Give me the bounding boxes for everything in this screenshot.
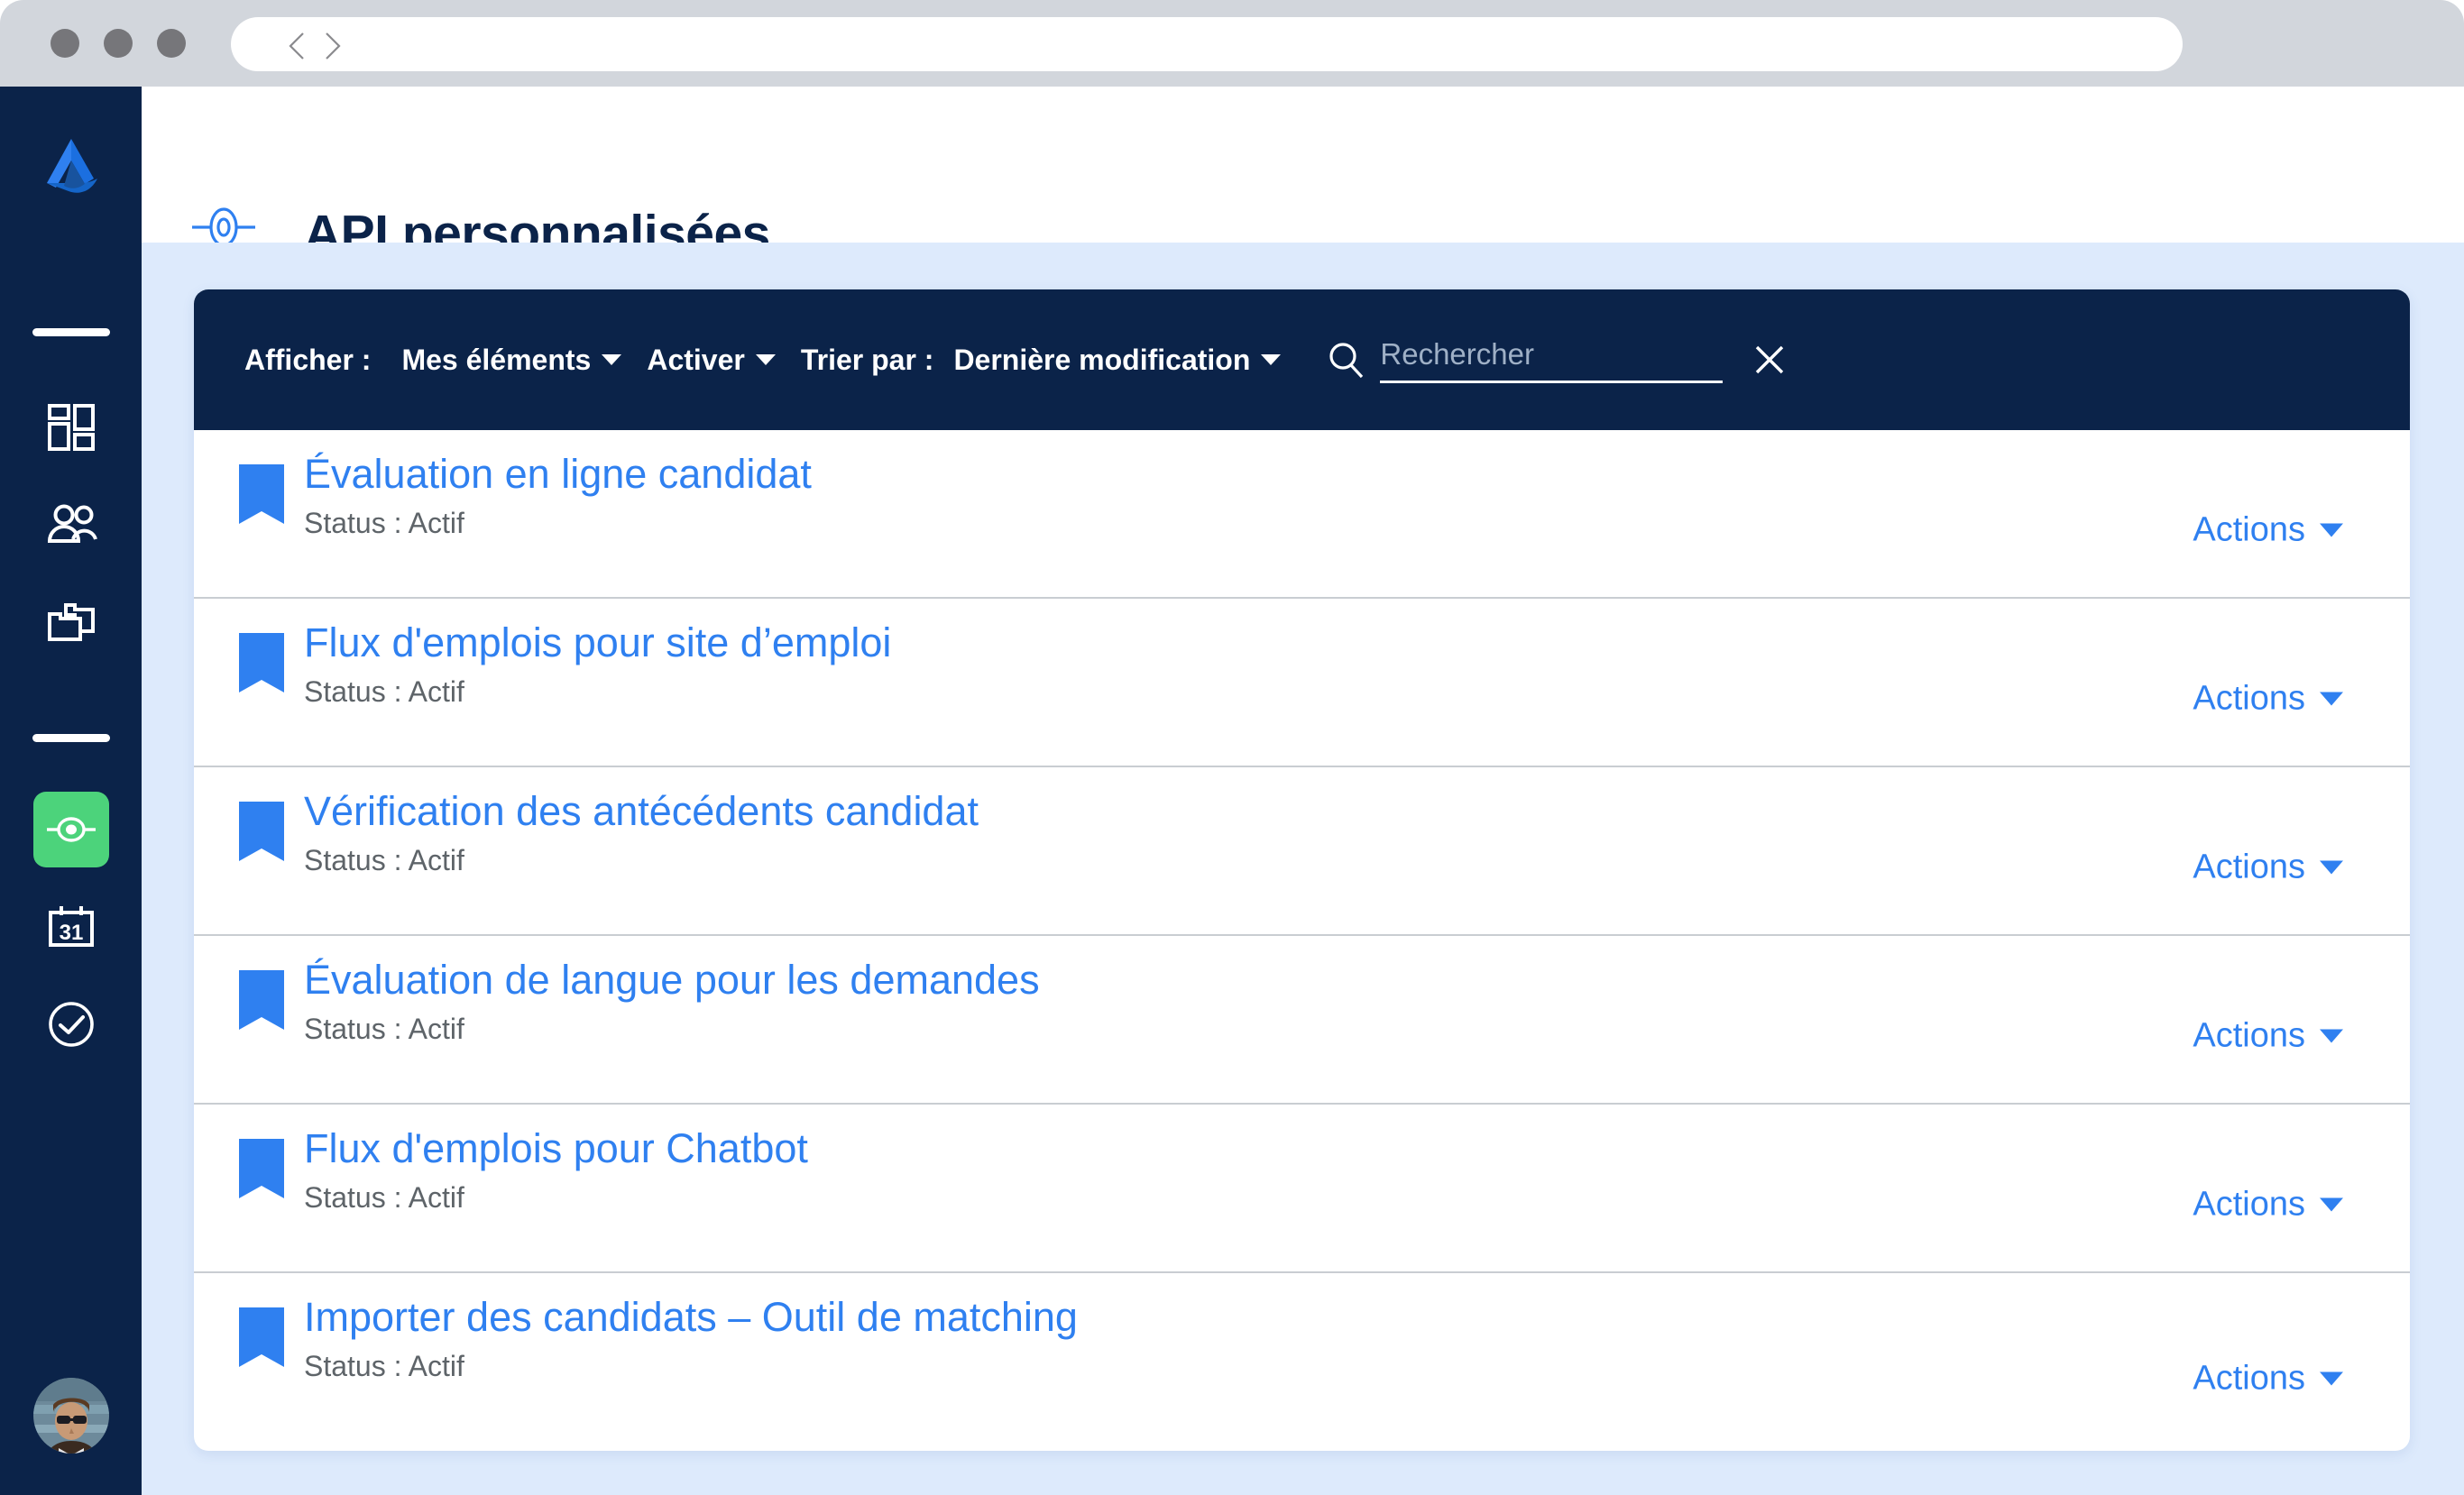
sidebar: 31: [0, 87, 142, 1495]
actions-dropdown[interactable]: Actions: [2193, 679, 2343, 718]
actions-dropdown[interactable]: Actions: [2193, 848, 2343, 886]
table-row[interactable]: Évaluation de langue pour les demandes S…: [194, 936, 2410, 1105]
bookmark-icon: [239, 1307, 284, 1367]
content-area: Afficher : Mes éléments Activer Trier pa…: [142, 243, 2464, 1495]
row-text: Vérification des antécédents candidat St…: [304, 787, 979, 877]
actions-label: Actions: [2193, 510, 2305, 548]
sidebar-item-calendar[interactable]: 31: [33, 889, 109, 965]
api-name-link[interactable]: Flux d'emplois pour Chatbot: [304, 1124, 808, 1172]
chevron-down-icon: [2320, 1029, 2343, 1042]
sidebar-item-api[interactable]: [33, 792, 109, 867]
row-text: Flux d'emplois pour site d’emploi Status…: [304, 619, 891, 709]
chevron-right-icon[interactable]: [321, 31, 345, 61]
table-row[interactable]: Importer des candidats – Outil de matchi…: [194, 1273, 2410, 1451]
check-circle-icon: [47, 1000, 96, 1049]
status-text: Status : Actif: [304, 1013, 464, 1046]
table-row[interactable]: Évaluation en ligne candidat Status : Ac…: [194, 430, 2410, 599]
chevron-down-icon: [2320, 1371, 2343, 1385]
api-name-link[interactable]: Flux d'emplois pour site d’emploi: [304, 619, 891, 666]
page-header: API personnalisées: [142, 87, 2464, 262]
actions-label: Actions: [2193, 1016, 2305, 1054]
status-text: Status : Actif: [304, 1181, 464, 1215]
svg-text:31: 31: [60, 921, 84, 945]
actions-dropdown[interactable]: Actions: [2193, 1185, 2343, 1224]
status-text: Status : Actif: [304, 844, 464, 877]
sidebar-divider-top: [32, 328, 110, 336]
actions-label: Actions: [2193, 1185, 2305, 1223]
actions-dropdown[interactable]: Actions: [2193, 510, 2343, 549]
row-text: Évaluation de langue pour les demandes S…: [304, 956, 1040, 1046]
chevron-down-icon: [2320, 1197, 2343, 1211]
api-name-link[interactable]: Vérification des antécédents candidat: [304, 787, 979, 835]
browser-nav-arrows: [285, 31, 345, 61]
status-text: Status : Actif: [304, 675, 464, 709]
folders-icon: [46, 601, 97, 644]
search-field: [1380, 336, 1724, 383]
close-window-button[interactable]: [51, 29, 79, 58]
api-name-link[interactable]: Importer des candidats – Outil de matchi…: [304, 1293, 1078, 1341]
sidebar-item-tasks[interactable]: [33, 986, 109, 1062]
chevron-down-icon: [602, 354, 622, 365]
table-row[interactable]: Flux d'emplois pour site d’emploi Status…: [194, 599, 2410, 767]
minimize-window-button[interactable]: [104, 29, 133, 58]
chevron-down-icon: [1261, 354, 1282, 365]
chevron-left-icon[interactable]: [285, 31, 308, 61]
bookmark-icon: [239, 1139, 284, 1198]
actions-label: Actions: [2193, 848, 2305, 885]
bookmark-icon: [239, 802, 284, 861]
chevron-down-icon: [755, 354, 776, 365]
activate-filter-dropdown[interactable]: Activer: [647, 344, 776, 377]
close-icon[interactable]: [1750, 340, 1789, 380]
search-input[interactable]: [1380, 336, 1724, 383]
row-text: Importer des candidats – Outil de matchi…: [304, 1293, 1078, 1383]
bookmark-icon: [239, 970, 284, 1030]
calendar-31-icon: 31: [47, 904, 96, 949]
table-row[interactable]: Flux d'emplois pour Chatbot Status : Act…: [194, 1105, 2410, 1273]
chevron-down-icon: [2320, 860, 2343, 874]
sort-label: Trier par :: [800, 343, 934, 376]
sort-value: Dernière modification: [953, 343, 1251, 376]
row-text: Évaluation en ligne candidat Status : Ac…: [304, 450, 812, 540]
user-avatar[interactable]: [33, 1378, 109, 1454]
status-text: Status : Actif: [304, 507, 464, 540]
api-name-link[interactable]: Évaluation en ligne candidat: [304, 450, 812, 498]
people-icon: [45, 503, 97, 546]
display-filter-dropdown[interactable]: Mes éléments: [401, 343, 622, 377]
actions-dropdown[interactable]: Actions: [2193, 1359, 2343, 1398]
api-list-card: Afficher : Mes éléments Activer Trier pa…: [194, 289, 2410, 1451]
grid-dashboard-icon: [47, 403, 96, 452]
actions-label: Actions: [2193, 1359, 2305, 1397]
list-toolbar: Afficher : Mes éléments Activer Trier pa…: [194, 289, 2410, 430]
search-area: [1326, 336, 1789, 383]
activate-filter-value: Activer: [647, 343, 745, 376]
maximize-window-button[interactable]: [157, 29, 186, 58]
chevron-down-icon: [2320, 692, 2343, 705]
bookmark-icon: [239, 633, 284, 692]
url-bar[interactable]: [231, 17, 2183, 71]
window-traffic-lights: [51, 29, 186, 58]
sidebar-divider-middle: [32, 734, 110, 742]
api-name-link[interactable]: Évaluation de langue pour les demandes: [304, 956, 1040, 1004]
search-icon[interactable]: [1326, 340, 1365, 380]
sidebar-item-folders[interactable]: [33, 584, 109, 660]
app-logo[interactable]: [34, 133, 108, 207]
bookmark-icon: [239, 464, 284, 524]
table-row[interactable]: Vérification des antécédents candidat St…: [194, 767, 2410, 936]
sidebar-item-dashboard[interactable]: [33, 390, 109, 465]
browser-chrome: [0, 0, 2464, 87]
sidebar-item-people[interactable]: [33, 487, 109, 563]
display-filter-label: Afficher :: [244, 343, 372, 376]
actions-dropdown[interactable]: Actions: [2193, 1016, 2343, 1055]
status-text: Status : Actif: [304, 1350, 464, 1383]
actions-label: Actions: [2193, 679, 2305, 717]
display-filter-value: Mes éléments: [401, 343, 592, 376]
row-text: Flux d'emplois pour Chatbot Status : Act…: [304, 1124, 808, 1215]
chevron-down-icon: [2320, 523, 2343, 537]
api-node-icon: [45, 812, 97, 848]
sort-dropdown[interactable]: Dernière modification: [953, 343, 1282, 377]
